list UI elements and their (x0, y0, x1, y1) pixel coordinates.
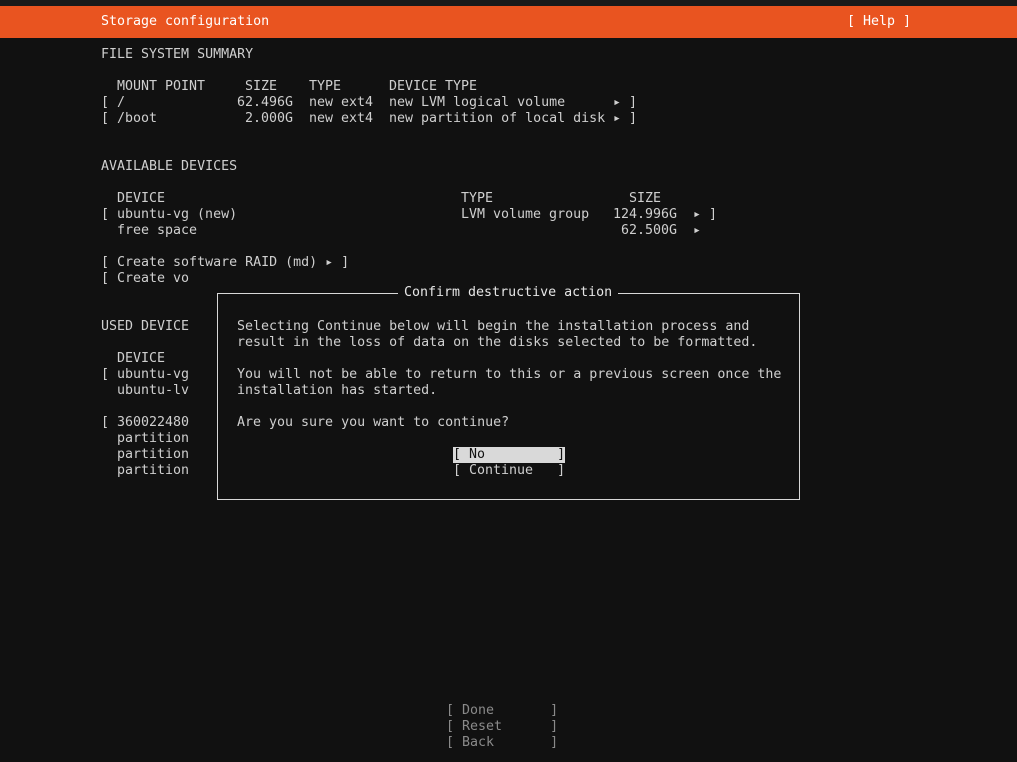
used-device-disk[interactable]: 360022480 (117, 415, 189, 431)
size: 2.000G (245, 111, 294, 126)
col-device-type: DEVICE TYPE (389, 79, 478, 94)
col-mount-point: MOUNT POINT (117, 79, 206, 94)
used-devices-heading: USED DEVICE (101, 319, 190, 334)
type: new ext4 (309, 95, 374, 110)
col-device: DEVICE (117, 191, 166, 206)
mount-point: /boot (117, 111, 158, 126)
mount-point: / (117, 95, 126, 110)
dialog-text-line: You will not be able to return to this o… (237, 367, 782, 382)
row-menu-arrow[interactable]: ▸ ] (613, 111, 637, 127)
used-device-partition[interactable]: partition (117, 447, 189, 463)
type: new ext4 (309, 111, 374, 126)
row-menu-arrow[interactable]: ▸ (693, 223, 701, 239)
device-name: ubuntu-vg (new) (117, 207, 238, 222)
available-devices-heading: AVAILABLE DEVICES (101, 159, 238, 174)
col-size: SIZE (245, 79, 278, 94)
continue-button[interactable]: [ Continue ] (453, 463, 565, 479)
row-bracket: [ (101, 415, 110, 430)
help-button[interactable]: [ Help ] (847, 14, 911, 30)
row-bracket: [ (101, 95, 110, 110)
title-bar: Storage configuration [ Help ] (0, 6, 1017, 38)
row-bracket: [ (101, 111, 110, 126)
row-menu-arrow[interactable]: ▸ ] (613, 95, 637, 111)
col-type: TYPE (309, 79, 342, 94)
page-title: Storage configuration (101, 14, 270, 29)
used-device-partition[interactable]: partition (117, 463, 189, 479)
dialog-text-line: result in the loss of data on the disks … (237, 335, 758, 350)
create-volume-group-button[interactable]: [ Create vo (101, 271, 189, 287)
fs-summary-heading: FILE SYSTEM SUMMARY (101, 47, 254, 62)
used-device-ubuntu-lv[interactable]: ubuntu-lv (117, 383, 189, 399)
dialog-title: Confirm destructive action (398, 285, 619, 301)
free-space-label: free space (117, 223, 198, 238)
dialog-text-line: installation has started. (237, 383, 438, 398)
col-device: DEVICE (117, 351, 166, 366)
row-bracket: [ (101, 207, 110, 222)
dialog-question: Are you sure you want to continue? (237, 415, 510, 430)
no-button[interactable]: [ No ] (453, 447, 566, 463)
confirm-dialog: Confirm destructive action Selecting Con… (217, 285, 800, 500)
device-type: new LVM logical volume (389, 95, 566, 110)
col-type: TYPE (461, 191, 494, 206)
create-raid-button[interactable]: [ Create software RAID (md) ▸ ] (101, 255, 349, 271)
used-device-ubuntu-vg[interactable]: ubuntu-vg (117, 367, 189, 383)
device-type: new partition of local disk (389, 111, 606, 126)
device-type: LVM volume group (461, 207, 590, 222)
back-button[interactable]: [ Back ] (446, 735, 558, 751)
reset-button[interactable]: [ Reset ] (446, 719, 558, 735)
used-device-partition[interactable]: partition (117, 431, 189, 447)
free-space-size: 62.500G (621, 223, 678, 238)
size: 62.496G (237, 95, 294, 110)
device-size: 124.996G (613, 207, 678, 222)
col-size: SIZE (629, 191, 662, 206)
row-bracket: [ (101, 367, 110, 382)
dialog-text-line: Selecting Continue below will begin the … (237, 319, 750, 334)
row-menu-arrow[interactable]: ▸ ] (693, 207, 717, 223)
done-button[interactable]: [ Done ] (446, 703, 558, 719)
